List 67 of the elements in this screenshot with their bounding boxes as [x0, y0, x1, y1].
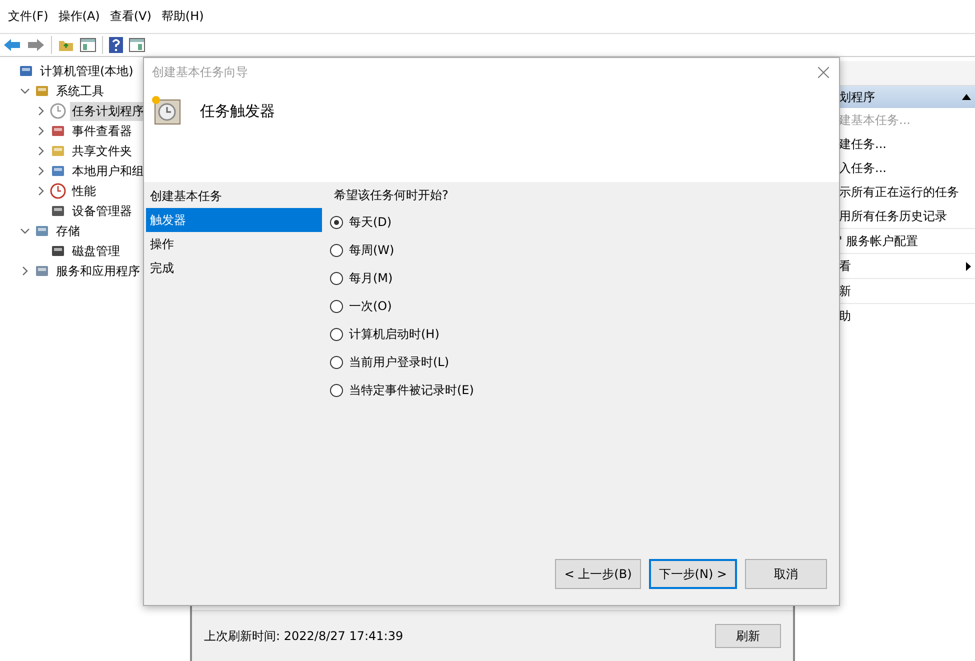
clock-icon — [50, 103, 66, 119]
option-label: 当特定事件被记录时(E) — [349, 382, 474, 398]
radio-button[interactable] — [330, 384, 343, 396]
help-icon[interactable] — [109, 37, 123, 53]
tree-item[interactable]: 存储 — [54, 222, 82, 240]
option-label: 每月(M) — [349, 270, 393, 286]
tree-item[interactable]: 服务和应用程序 — [54, 262, 142, 280]
chevron-icon[interactable] — [36, 166, 46, 176]
back-icon[interactable] — [3, 38, 21, 52]
radio-button[interactable] — [330, 216, 343, 228]
chevron-icon[interactable] — [36, 146, 46, 156]
radio-button[interactable] — [330, 300, 343, 312]
tree-item[interactable]: 共享文件夹 — [70, 142, 134, 160]
tree-item[interactable]: 任务计划程序 — [70, 102, 146, 120]
chevron-icon[interactable] — [36, 106, 46, 116]
radio-button[interactable] — [330, 328, 343, 340]
panel-icon[interactable] — [129, 38, 145, 52]
section-title: 划程序 — [839, 88, 875, 106]
tree-item[interactable]: 磁盘管理 — [70, 242, 122, 260]
forward-icon[interactable] — [27, 38, 45, 52]
wizard-step[interactable]: 完成 — [146, 256, 322, 280]
refresh-time: 上次刷新时间: 2022/8/27 17:41:39 — [204, 628, 404, 644]
action-link[interactable]: 用所有任务历史记录 — [839, 208, 947, 224]
chevron-icon[interactable] — [20, 266, 30, 276]
tree-item[interactable]: 系统工具 — [54, 82, 106, 100]
menu-item[interactable]: 操作(A) — [53, 8, 105, 25]
tree-item[interactable]: 性能 — [70, 182, 98, 200]
menu-item[interactable]: 文件(F) — [3, 8, 54, 25]
chevron-icon[interactable] — [20, 86, 30, 96]
action-link[interactable]: 看 — [839, 258, 851, 274]
chevron-icon[interactable] — [20, 226, 30, 236]
option-label: 每天(D) — [349, 214, 392, 230]
option-label: 每周(W) — [349, 242, 394, 258]
tree-item[interactable]: 设备管理器 — [70, 202, 134, 220]
action-link[interactable]: 入任务... — [839, 160, 886, 176]
action-link[interactable]: 助 — [839, 308, 851, 324]
tree-item[interactable]: 本地用户和组 — [70, 162, 146, 180]
page-heading: 任务触发器 — [200, 102, 275, 121]
question-text: 希望该任务何时开始? — [333, 187, 450, 204]
radio-button[interactable] — [330, 272, 343, 284]
wizard-step[interactable]: 创建基本任务 — [146, 184, 322, 208]
radio-button[interactable] — [330, 356, 343, 368]
action-link[interactable]: 示所有正在运行的任务 — [839, 184, 959, 200]
option-label: 当前用户登录时(L) — [349, 354, 450, 370]
wizard-step[interactable]: 触发器 — [146, 208, 322, 232]
close-icon[interactable] — [818, 66, 829, 78]
action-link[interactable]: 新 — [839, 282, 851, 300]
chevron-icon[interactable] — [36, 126, 46, 136]
tree-item[interactable]: 计算机管理(本地) — [38, 62, 136, 80]
collapse-icon[interactable] — [962, 94, 971, 100]
chevron-icon[interactable] — [36, 186, 46, 196]
action-link[interactable]: 建任务... — [839, 136, 886, 152]
window-title: 创建基本任务向导 — [152, 64, 248, 80]
clock-icon — [150, 94, 182, 126]
option-label: 计算机启动时(H) — [349, 326, 440, 342]
wizard-button[interactable]: 下一步(N) > — [648, 559, 737, 589]
menu-item[interactable]: 查看(V) — [104, 8, 156, 25]
menu-item[interactable]: 帮助(H) — [156, 8, 209, 25]
wizard-button[interactable]: 取消 — [745, 559, 827, 589]
tree-item[interactable]: 事件查看器 — [70, 122, 134, 140]
panel-icon[interactable] — [80, 38, 96, 52]
action-link[interactable]: ' 服务帐户配置 — [839, 232, 918, 250]
wizard-button[interactable]: < 上一步(B) — [555, 559, 641, 589]
refresh-button[interactable]: 刷新 — [715, 624, 781, 648]
wizard-step[interactable]: 操作 — [146, 232, 322, 256]
radio-button[interactable] — [330, 244, 343, 256]
option-label: 一次(O) — [349, 298, 392, 314]
